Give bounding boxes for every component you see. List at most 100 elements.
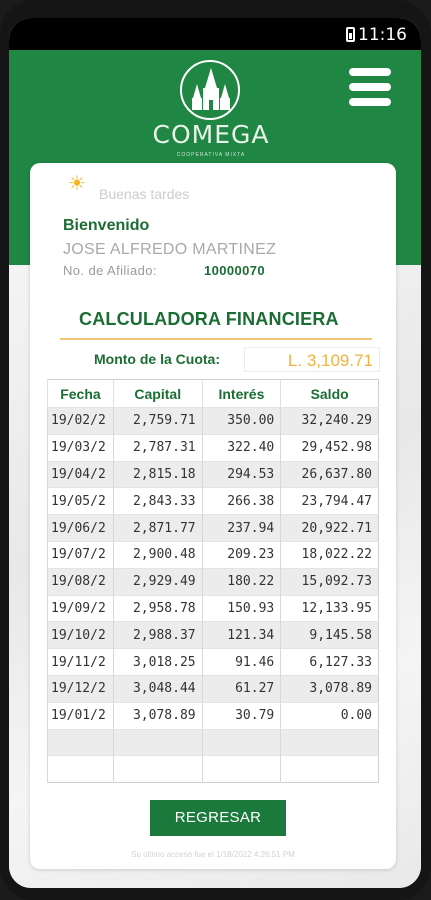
logo-subtitle: COOPERATIVA MIXTA (176, 152, 246, 158)
table-cell: 19/07/2 (47, 540, 114, 569)
table-cell: 15,092.73 (280, 567, 379, 596)
battery-icon (346, 27, 355, 42)
table-row: 19/09/2 2,958.78 150.93 12,133.95 (47, 594, 379, 622)
table-cell (112, 755, 203, 783)
table-cell: 2,958.78 (112, 594, 203, 622)
table-cell: 61.27 (201, 674, 281, 703)
table-cell: 121.34 (201, 621, 281, 649)
status-bar: 11:16 (9, 18, 421, 50)
table-cell: 2,759.71 (112, 407, 203, 435)
welcome-label: Bienvenido (63, 217, 150, 234)
table-cell: 19/04/2 (47, 460, 114, 488)
table-cell (47, 755, 114, 783)
table-cell: 3,078.89 (280, 674, 379, 703)
table-row (47, 728, 379, 756)
affiliate-label: No. de Afiliado: (63, 263, 157, 278)
table-cell: 18,022.22 (280, 540, 379, 569)
table-cell: 0.00 (280, 701, 379, 730)
table-cell (47, 728, 114, 756)
table-row: 19/02/2 2,759.71 350.00 32,240.29 (47, 407, 379, 435)
table-cell: 19/01/2 (47, 701, 114, 730)
table-cell: 19/10/2 (47, 621, 114, 649)
table-cell: 237.94 (201, 514, 281, 542)
table-cell: 266.38 (201, 487, 281, 515)
table-row: 19/10/2 2,988.37 121.34 9,145.58 (47, 621, 379, 649)
table-row: 19/05/2 2,843.33 266.38 23,794.47 (47, 487, 379, 515)
table-cell: 91.46 (201, 648, 281, 676)
hamburger-icon[interactable] (349, 68, 395, 108)
table-cell: 19/09/2 (47, 594, 114, 622)
table-row (47, 755, 379, 783)
table-row: 19/12/2 3,048.44 61.27 3,078.89 (47, 674, 379, 703)
table-cell: 29,452.98 (280, 433, 379, 462)
app-screen: 11:16 COMEGA COOPERATIVA MIXTA ☀ Buenas … (9, 18, 421, 888)
table-cell (280, 728, 379, 756)
table-header-row: Fecha Capital Interés Saldo (47, 379, 379, 408)
table-cell: 20,922.71 (280, 514, 379, 542)
table-row: 19/03/2 2,787.31 322.40 29,452.98 (47, 433, 379, 462)
table-cell: 350.00 (201, 407, 281, 435)
table-cell: 6,127.33 (280, 648, 379, 676)
greeting-text: Buenas tardes (99, 186, 190, 202)
amortization-table: Fecha Capital Interés Saldo 19/02/2 2,759… (47, 379, 379, 784)
table-row: 19/08/2 2,929.49 180.22 15,092.73 (47, 567, 379, 596)
table-cell (201, 755, 281, 783)
table-cell: 19/02/2 (47, 407, 114, 435)
table-cell (112, 728, 203, 756)
table-cell: 2,843.33 (112, 487, 203, 515)
logo-brand: COMEGA (152, 120, 270, 149)
main-card: ☀ Buenas tardes Bienvenido JOSE ALFREDO … (30, 163, 396, 869)
status-time: 11:16 (358, 25, 407, 45)
table-cell: 2,929.49 (112, 567, 203, 596)
table-cell: 19/11/2 (47, 648, 114, 676)
table-cell: 23,794.47 (280, 487, 379, 515)
table-cell: 209.23 (201, 540, 281, 569)
column-header: Capital (112, 379, 203, 408)
table-cell: 3,048.44 (112, 674, 203, 703)
table-cell: 9,145.58 (280, 621, 379, 649)
affiliate-number: 10000070 (204, 263, 266, 278)
column-header: Fecha (47, 379, 114, 408)
calculator-title: CALCULADORA FINANCIERA (79, 309, 339, 329)
menu-bar (349, 98, 391, 106)
table-cell: 32,240.29 (280, 407, 379, 435)
column-header: Interés (201, 379, 281, 408)
table-cell: 2,988.37 (112, 621, 203, 649)
table-cell: 19/12/2 (47, 674, 114, 703)
comega-logo: COMEGA COOPERATIVA MIXTA (149, 60, 279, 170)
church-icon (192, 68, 230, 110)
table-row: 19/06/2 2,871.77 237.94 20,922.71 (47, 514, 379, 542)
phone-frame: 11:16 COMEGA COOPERATIVA MIXTA ☀ Buenas … (0, 0, 431, 900)
table-cell: 322.40 (201, 433, 281, 462)
table-cell: 3,078.89 (112, 701, 203, 730)
last-access-text: Su último acceso fue el 1/18/2022 4:26:5… (131, 850, 295, 859)
column-header: Saldo (280, 379, 379, 408)
table-cell: 2,815.18 (112, 460, 203, 488)
table-row: 19/11/2 3,018.25 91.46 6,127.33 (47, 648, 379, 676)
table-cell: 19/05/2 (47, 487, 114, 515)
cuota-value: L. 3,109.71 (244, 347, 380, 372)
table-cell (280, 755, 379, 783)
regresar-button[interactable]: REGRESAR (150, 800, 286, 836)
table-cell: 12,133.95 (280, 594, 379, 622)
table-cell: 2,787.31 (112, 433, 203, 462)
table-cell: 2,871.77 (112, 514, 203, 542)
table-cell: 26,637.80 (280, 460, 379, 488)
table-cell: 30.79 (201, 701, 281, 730)
menu-bar (349, 68, 391, 76)
table-cell: 180.22 (201, 567, 281, 596)
table-cell: 19/06/2 (47, 514, 114, 542)
sun-icon: ☀ (68, 173, 86, 195)
table-row: 19/04/2 2,815.18 294.53 26,637.80 (47, 460, 379, 488)
user-name: JOSE ALFREDO MARTINEZ (63, 241, 277, 258)
table-row: 19/07/2 2,900.48 209.23 18,022.22 (47, 540, 379, 569)
table-cell: 19/08/2 (47, 567, 114, 596)
table-cell: 150.93 (201, 594, 281, 622)
title-underline (60, 338, 372, 340)
table-cell: 2,900.48 (112, 540, 203, 569)
cuota-label: Monto de la Cuota: (94, 351, 220, 367)
table-cell: 294.53 (201, 460, 281, 488)
table-cell: 19/03/2 (47, 433, 114, 462)
table-cell (201, 728, 281, 756)
table-cell: 3,018.25 (112, 648, 203, 676)
